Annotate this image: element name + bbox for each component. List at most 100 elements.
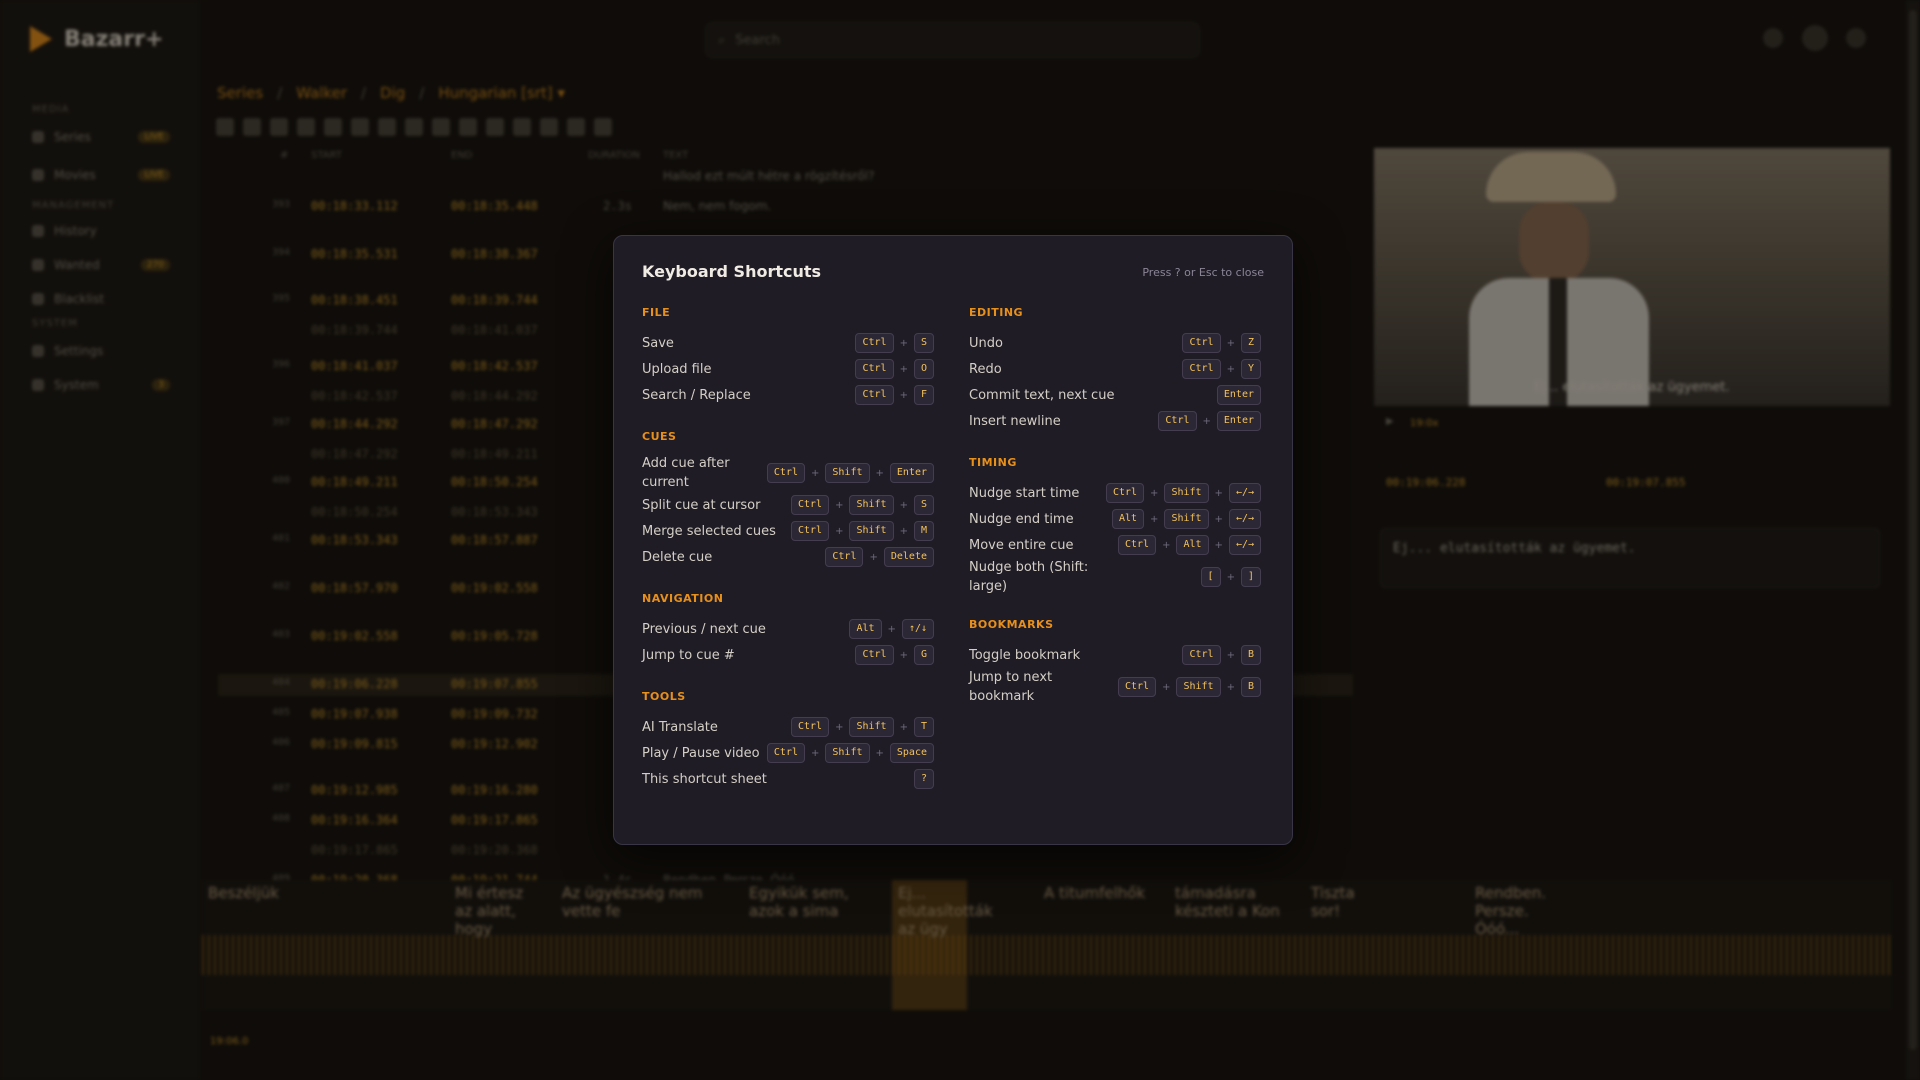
shortcut-group-title: FILE: [642, 306, 671, 319]
shortcut-keys: Ctrl + O: [855, 359, 934, 379]
shortcut-row: Nudge end time Alt + Shift + ←/→: [969, 506, 1261, 532]
shortcut-group-file: FILE Save Ctrl + S Upload file Ctrl + O Search / …: [642, 306, 934, 408]
key-plus: +: [835, 525, 844, 537]
key-plus: +: [1162, 539, 1171, 551]
key-plus: +: [899, 525, 908, 537]
shortcut-row: Jump to next bookmark Ctrl + Shift + B: [969, 668, 1261, 706]
key-cap: Ctrl: [855, 359, 894, 379]
shortcut-keys: Ctrl + F: [855, 385, 934, 405]
key-cap: ←/→: [1228, 535, 1261, 555]
shortcut-label: Jump to next bookmark: [969, 670, 1053, 704]
key-plus: +: [1214, 513, 1223, 525]
shortcut-keys: Ctrl + Alt + ←/→: [1118, 535, 1261, 555]
shortcut-label: This shortcut sheet: [642, 771, 767, 787]
shortcut-keys: Ctrl + S: [855, 333, 934, 353]
shortcut-label: Redo: [969, 361, 1002, 377]
shortcut-group-title: EDITING: [969, 306, 1024, 319]
key-cap: T: [913, 717, 934, 737]
shortcut-group-title: CUES: [642, 430, 677, 443]
shortcut-row: Nudge both (Shift: large) [+]: [969, 558, 1261, 596]
key-cap: Shift: [825, 743, 870, 763]
key-cap: M: [913, 521, 934, 541]
shortcut-label: Move entire cue: [969, 537, 1074, 553]
key-cap: Ctrl: [1118, 535, 1157, 555]
key-plus: +: [899, 363, 908, 375]
key-cap: ?: [913, 769, 934, 789]
key-cap: Shift: [849, 495, 894, 515]
shortcut-label: Nudge start time: [969, 485, 1080, 501]
key-cap: Ctrl: [855, 645, 894, 665]
shortcut-keys: Ctrl + Shift + T: [790, 717, 934, 737]
key-cap: Ctrl: [1105, 483, 1145, 503]
shortcut-row: Undo Ctrl + Z: [969, 330, 1261, 356]
key-cap: S: [913, 333, 934, 353]
shortcut-keys: ?: [913, 769, 934, 789]
shortcut-row: Nudge start time Ctrl + Shift + ←/→: [969, 480, 1261, 506]
shortcut-label: Save: [642, 335, 674, 351]
key-cap: ←/→: [1228, 483, 1261, 503]
key-cap: Ctrl: [855, 333, 894, 353]
key-cap: Ctrl: [1117, 677, 1157, 697]
shortcut-keys: Ctrl + Z: [1182, 333, 1261, 353]
shortcut-keys: Ctrl + B: [1182, 645, 1261, 665]
key-cap: Alt: [849, 619, 882, 639]
key-cap: B: [1240, 645, 1261, 665]
shortcut-row: This shortcut sheet?: [642, 766, 934, 792]
key-cap: Alt: [1111, 509, 1145, 529]
key-cap: Enter: [1216, 411, 1261, 431]
key-plus: +: [887, 623, 896, 635]
shortcut-row: AI Translate Ctrl + Shift + T: [642, 714, 934, 740]
shortcuts-left-column: FILE Save Ctrl + S Upload file Ctrl + O Search / …: [642, 306, 934, 814]
key-plus: +: [1150, 487, 1159, 499]
shortcut-label: Toggle bookmark: [969, 647, 1081, 663]
key-cap: Delete: [883, 547, 934, 567]
key-cap: B: [1240, 677, 1261, 697]
key-plus: +: [1214, 539, 1223, 551]
shortcut-row: Upload file Ctrl + O: [642, 356, 934, 382]
shortcut-label: Nudge both (Shift: large): [969, 560, 1089, 594]
key-cap: ]: [1240, 567, 1261, 587]
key-cap: S: [913, 495, 934, 515]
shortcut-group-title: TOOLS: [642, 690, 686, 703]
shortcut-keys: Alt + ↑/↓: [849, 619, 934, 639]
key-plus: +: [899, 721, 908, 733]
shortcut-keys: Ctrl + Y: [1182, 359, 1261, 379]
shortcut-row: Split cue at cursor Ctrl + Shift + S: [642, 492, 934, 518]
key-plus: +: [835, 499, 844, 511]
key-cap: F: [913, 385, 934, 405]
key-cap: Shift: [1176, 677, 1221, 697]
key-plus: +: [1162, 681, 1171, 693]
shortcut-row: Search / Replace Ctrl + F: [642, 382, 934, 408]
key-cap: O: [913, 359, 934, 379]
shortcut-keys: Ctrl + Shift + M: [790, 521, 934, 541]
key-cap: Ctrl: [790, 521, 830, 541]
shortcut-keys: Ctrl + Shift + S: [790, 495, 934, 515]
shortcut-row: Jump to cue # Ctrl + G: [642, 642, 934, 668]
shortcut-group-tools: TOOLS AI Translate Ctrl + Shift + T Play / Paus…: [642, 690, 934, 792]
key-cap: Ctrl: [825, 547, 864, 567]
shortcut-row: Add cue after current Ctrl + Shift + Enter: [642, 454, 934, 492]
key-plus: +: [899, 649, 908, 661]
key-cap: Alt: [1176, 535, 1209, 555]
shortcut-keys: Ctrl + Shift + ←/→: [1105, 483, 1261, 503]
shortcut-keys: Ctrl + G: [855, 645, 934, 665]
key-cap: Y: [1240, 359, 1261, 379]
key-plus: +: [1226, 363, 1235, 375]
shortcut-group-title: NAVIGATION: [642, 592, 724, 605]
key-plus: +: [875, 467, 884, 479]
shortcut-label: Insert newline: [969, 413, 1061, 429]
shortcut-label: Search / Replace: [642, 387, 751, 403]
shortcut-label: Upload file: [642, 361, 712, 377]
shortcut-row: Redo Ctrl + Y: [969, 356, 1261, 382]
key-plus: +: [875, 747, 884, 759]
shortcut-row: Previous / next cue Alt + ↑/↓: [642, 616, 934, 642]
shortcut-keys: Enter: [1216, 385, 1261, 405]
key-plus: +: [1150, 513, 1159, 525]
key-plus: +: [1226, 337, 1235, 349]
key-cap: Z: [1240, 333, 1261, 353]
shortcuts-right-column: EDITING Undo Ctrl + Z Redo Ctrl + Y Commit text, …: [969, 306, 1261, 728]
key-cap: Shift: [825, 463, 870, 483]
key-cap: Enter: [889, 463, 934, 483]
shortcut-row: Move entire cue Ctrl + Alt + ←/→: [969, 532, 1261, 558]
shortcut-keys: Ctrl + Shift + Enter: [766, 463, 934, 483]
